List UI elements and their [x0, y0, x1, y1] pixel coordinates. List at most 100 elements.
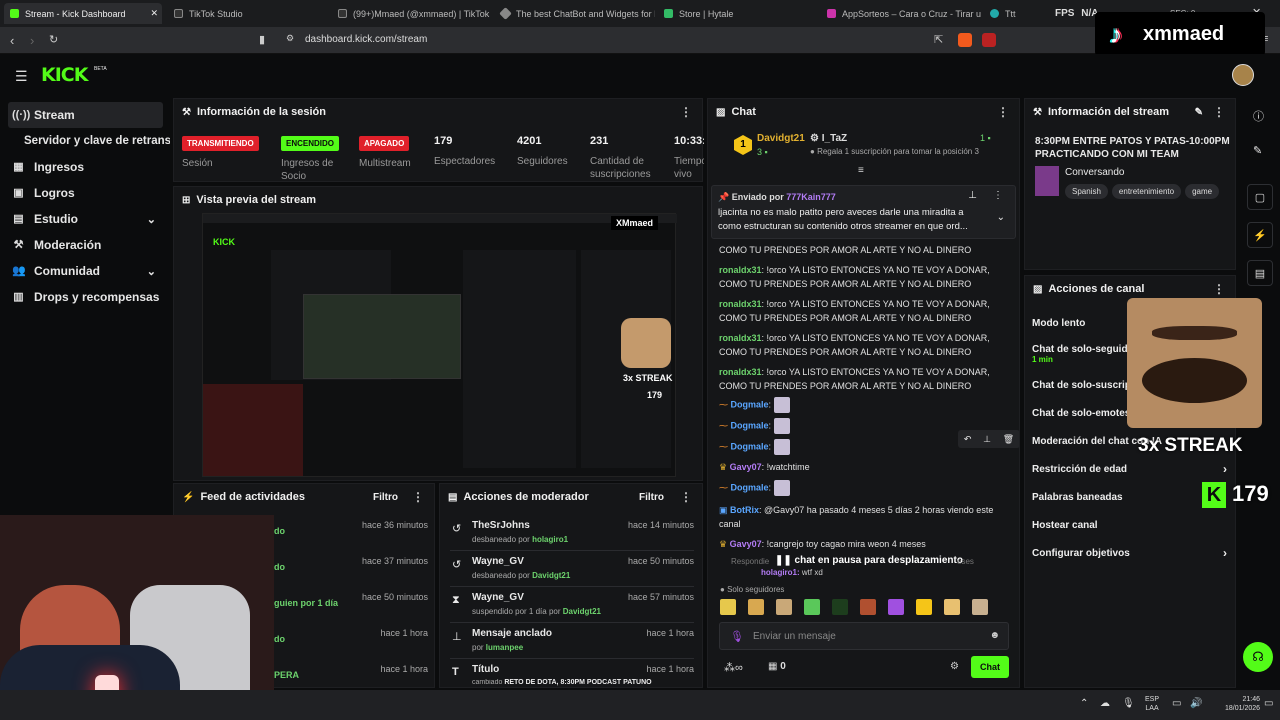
top-gifter-name[interactable]: Davidgt21 — [757, 133, 805, 144]
document-icon[interactable]: ▤ — [1247, 260, 1273, 286]
emote-icon[interactable] — [776, 599, 792, 615]
stream-video[interactable]: KICK XMmaed 3x STREAK 179 — [202, 213, 677, 477]
sidebar-item-stream[interactable]: ((·)) Stream — [8, 102, 163, 128]
emote-icon[interactable] — [916, 599, 932, 615]
tag[interactable]: Spanish — [1065, 184, 1108, 199]
pinned-message[interactable]: 📌 Enviado por 777Kain777 ⊥ ⋮ ⌄ ljacinta … — [711, 185, 1016, 239]
kebab-menu-icon[interactable]: ⋮ — [412, 490, 424, 504]
chat-username[interactable]: holagiro1 — [761, 568, 797, 577]
gift-prompt[interactable]: ● Regala 1 suscripción para tomar la pos… — [810, 147, 979, 156]
tab-hytale[interactable]: Store | Hytale — [658, 3, 818, 24]
pin-icon[interactable]: ⊥ — [968, 190, 977, 201]
avatar[interactable] — [1232, 64, 1254, 86]
emote-icon[interactable] — [720, 599, 736, 615]
brave-rewards-icon[interactable] — [982, 33, 996, 47]
tab-tiktok-studio[interactable]: TikTok Studio — [168, 3, 328, 24]
chevron-up-icon[interactable]: ⌃ — [1080, 698, 1088, 709]
people-icon[interactable]: ⁂∞ — [724, 661, 743, 674]
pause-bar[interactable]: Respondie ❚❚ chat en pausa para desplaza… — [719, 555, 1009, 579]
emote-icon[interactable] — [888, 599, 904, 615]
sidebar-item-logros[interactable]: ▣ Logros — [0, 180, 170, 206]
second-gifter[interactable]: ⚙ I_TaZ — [810, 133, 847, 144]
pin-icon[interactable]: ⊥ — [983, 434, 991, 445]
chevron-down-icon[interactable]: ⌄ — [997, 212, 1005, 223]
emoji-icon[interactable]: ☻ — [989, 630, 1000, 641]
tab-ttt[interactable]: Ttt — [984, 3, 1044, 24]
notification-icon[interactable]: ▭ — [1264, 698, 1273, 709]
settings-icon[interactable]: ⚙ — [950, 661, 959, 672]
emote-icon[interactable] — [972, 599, 988, 615]
site-info-icon[interactable]: ⚙ — [286, 33, 294, 44]
sidebar-item-server-key[interactable]: Servidor y clave de retransm — [0, 128, 170, 154]
url-input[interactable]: dashboard.kick.com/stream — [305, 34, 427, 45]
chat-input[interactable]: 🎙 Enviar un mensaje ☻ — [719, 622, 1009, 650]
close-tab-icon[interactable]: ✕ — [150, 8, 158, 19]
sidebar-item-ingresos[interactable]: ▦ Ingresos — [0, 154, 170, 180]
tab-tiktok-profile[interactable]: (99+)Mmaed (@xmmaed) | TikTok — [332, 3, 492, 24]
delete-icon[interactable]: 🗑 — [1003, 434, 1014, 445]
kebab-menu-icon[interactable]: ⋮ — [1213, 282, 1225, 296]
chat-username[interactable]: ronaldx31 — [719, 299, 762, 309]
chat-username[interactable]: Dogmale — [731, 482, 769, 492]
chat-username[interactable]: Gavy07 — [730, 462, 762, 472]
cloud-icon[interactable]: ☁ — [1100, 698, 1110, 709]
chat-username[interactable]: ronaldx31 — [719, 367, 762, 377]
sidebar-item-estudio[interactable]: ▤ Estudio ⌄ — [0, 206, 170, 232]
action-goals[interactable]: Configurar objetivos › — [1025, 539, 1237, 567]
bookmark-icon[interactable]: ▮ — [259, 33, 265, 46]
sidebar-item-moderacion[interactable]: ⚒ Moderación — [0, 232, 170, 258]
lightning-icon[interactable]: ⚡ — [1247, 222, 1273, 248]
kebab-menu-icon[interactable]: ⋮ — [1213, 105, 1225, 119]
category-thumbnail[interactable] — [1035, 166, 1059, 196]
action-age-restriction[interactable]: Restricción de edad › — [1025, 455, 1237, 483]
hamburger-icon[interactable]: ☰ — [15, 68, 28, 85]
tag[interactable]: game — [1185, 184, 1220, 199]
forward-icon[interactable]: › — [30, 33, 34, 48]
info-circle-icon[interactable]: ⓘ — [1253, 108, 1264, 124]
tab-chatbot[interactable]: The best ChatBot and Widgets for Ki — [495, 3, 655, 24]
microphone-icon[interactable]: 🎙 — [1122, 698, 1135, 709]
send-chat-button[interactable]: Chat — [971, 656, 1009, 678]
network-icon[interactable]: ▭ — [1172, 698, 1181, 709]
emote-icon[interactable] — [860, 599, 876, 615]
chat-username[interactable]: Gavy07 — [730, 539, 762, 549]
emote-icon[interactable] — [944, 599, 960, 615]
language-indicator[interactable]: ESP LAA — [1145, 695, 1159, 713]
chat-username[interactable]: Dogmale — [731, 420, 769, 430]
emote-icon[interactable] — [804, 599, 820, 615]
emote-icon[interactable] — [748, 599, 764, 615]
tab-appsorteos[interactable]: AppSorteos – Cara o Cruz - Tirar una — [821, 3, 981, 24]
chat-username[interactable]: Dogmale — [731, 399, 769, 409]
kebab-menu-icon[interactable]: ⋮ — [993, 190, 1003, 201]
chat-username[interactable]: BotRix — [730, 505, 759, 515]
kebab-menu-icon[interactable]: ⋮ — [680, 105, 692, 119]
kick-logo[interactable]: KICK — [41, 64, 88, 86]
volume-icon[interactable]: 🔊 — [1190, 698, 1202, 709]
sidebar-item-comunidad[interactable]: 👥 Comunidad ⌄ — [0, 258, 170, 284]
chat-username[interactable]: Dogmale — [731, 441, 769, 451]
edit-icon[interactable]: ✎ — [1195, 107, 1203, 118]
chat-username[interactable]: ronaldx31 — [719, 333, 762, 343]
chat-username[interactable]: ronaldx31 — [719, 265, 762, 275]
clock[interactable]: 21:46 18/01/2026 — [1225, 695, 1260, 713]
back-icon[interactable]: ‹ — [10, 33, 14, 48]
tab-kick-dashboard[interactable]: Stream - Kick Dashboard ✕ — [4, 3, 162, 24]
tag[interactable]: entretenimiento — [1111, 184, 1182, 199]
channel-points[interactable]: ▦ 0 — [768, 661, 786, 672]
emote-icon[interactable] — [832, 599, 848, 615]
filter-button[interactable]: Filtro — [639, 492, 664, 503]
scan-icon[interactable]: ▢ — [1247, 184, 1273, 210]
sidebar-item-drops[interactable]: ▥ Drops y recompensas — [0, 284, 170, 310]
category-name[interactable]: Conversando — [1065, 167, 1124, 178]
share-icon[interactable]: ⇱ — [934, 33, 943, 46]
kebab-menu-icon[interactable]: ⋮ — [997, 105, 1009, 119]
reload-icon[interactable]: ↻ — [49, 33, 58, 46]
microphone-icon[interactable]: 🎙 — [730, 630, 744, 643]
reply-icon[interactable]: ↶ — [964, 434, 972, 445]
help-headset-icon[interactable]: ☊ — [1243, 642, 1273, 672]
edit-icon[interactable]: ✎ — [1253, 144, 1262, 157]
collapse-icon[interactable]: ≡ — [858, 165, 864, 176]
kebab-menu-icon[interactable]: ⋮ — [680, 490, 692, 504]
filter-button[interactable]: Filtro — [373, 492, 398, 503]
action-host-channel[interactable]: Hostear canal — [1025, 511, 1237, 539]
